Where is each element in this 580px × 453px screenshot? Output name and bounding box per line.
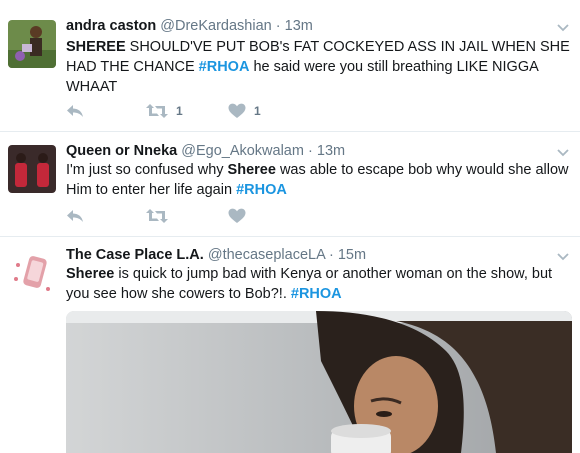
reply-button[interactable]: [66, 206, 84, 226]
divider: [0, 236, 580, 237]
reply-button[interactable]: [66, 101, 84, 121]
like-button[interactable]: 1: [228, 101, 261, 121]
tweet-header: Queen or Nneka @Ego_Akokwalam · 13m: [66, 141, 345, 161]
separator: ·: [308, 143, 313, 159]
timestamp[interactable]: 13m: [285, 18, 313, 34]
reply-icon: [67, 105, 83, 117]
retweet-button[interactable]: [146, 206, 168, 226]
highlighted-term: Sheree: [227, 162, 276, 178]
caret-down-icon[interactable]: [556, 249, 570, 263]
retweet-count: 1: [176, 104, 183, 118]
separator: ·: [328, 247, 334, 263]
display-name[interactable]: The Case Place L.A.: [66, 247, 204, 263]
user-handle[interactable]: @DreKardashian: [160, 18, 271, 34]
highlighted-term: SHEREE: [66, 39, 126, 55]
tweet-header: andra caston @DreKardashian · 13m: [66, 16, 313, 36]
retweet-button[interactable]: 1: [146, 101, 183, 121]
hashtag-link[interactable]: #RHOA: [291, 286, 342, 302]
divider: [0, 131, 580, 132]
display-name[interactable]: Queen or Nneka: [66, 143, 177, 159]
tweet-text: I'm just so confused why Sheree was able…: [66, 160, 576, 200]
like-button[interactable]: [228, 206, 246, 226]
text-segment: I'm just so confused why: [66, 162, 228, 178]
caret-down-icon[interactable]: [556, 20, 570, 34]
user-handle[interactable]: @Ego_Akokwalam: [181, 143, 304, 159]
user-handle[interactable]: @thecaseplaceLA: [208, 247, 325, 263]
like-icon: [228, 208, 246, 223]
tweet-text: SHEREE SHOULD'VE PUT BOB's FAT COCKEYED …: [66, 37, 576, 97]
display-name[interactable]: andra caston: [66, 18, 156, 34]
tweet-media-image[interactable]: [66, 311, 572, 453]
retweet-icon: [146, 209, 168, 223]
avatar[interactable]: [8, 145, 56, 193]
avatar[interactable]: [8, 249, 56, 297]
retweet-icon: [146, 104, 168, 118]
highlighted-term: Sheree: [66, 266, 115, 282]
hashtag-link[interactable]: #RHOA: [199, 59, 250, 75]
avatar[interactable]: [8, 20, 56, 68]
hashtag-link[interactable]: #RHOA: [236, 182, 287, 198]
reply-icon: [67, 210, 83, 222]
separator: ·: [275, 18, 281, 34]
tweet-header: The Case Place L.A. @thecaseplaceLA · 15…: [66, 245, 366, 265]
like-count: 1: [254, 104, 261, 118]
like-icon: [228, 103, 246, 118]
tweet-text: Sheree is quick to jump bad with Kenya o…: [66, 264, 576, 304]
timestamp[interactable]: 13m: [317, 143, 345, 159]
timestamp[interactable]: 15m: [338, 247, 366, 263]
caret-down-icon[interactable]: [556, 145, 570, 159]
